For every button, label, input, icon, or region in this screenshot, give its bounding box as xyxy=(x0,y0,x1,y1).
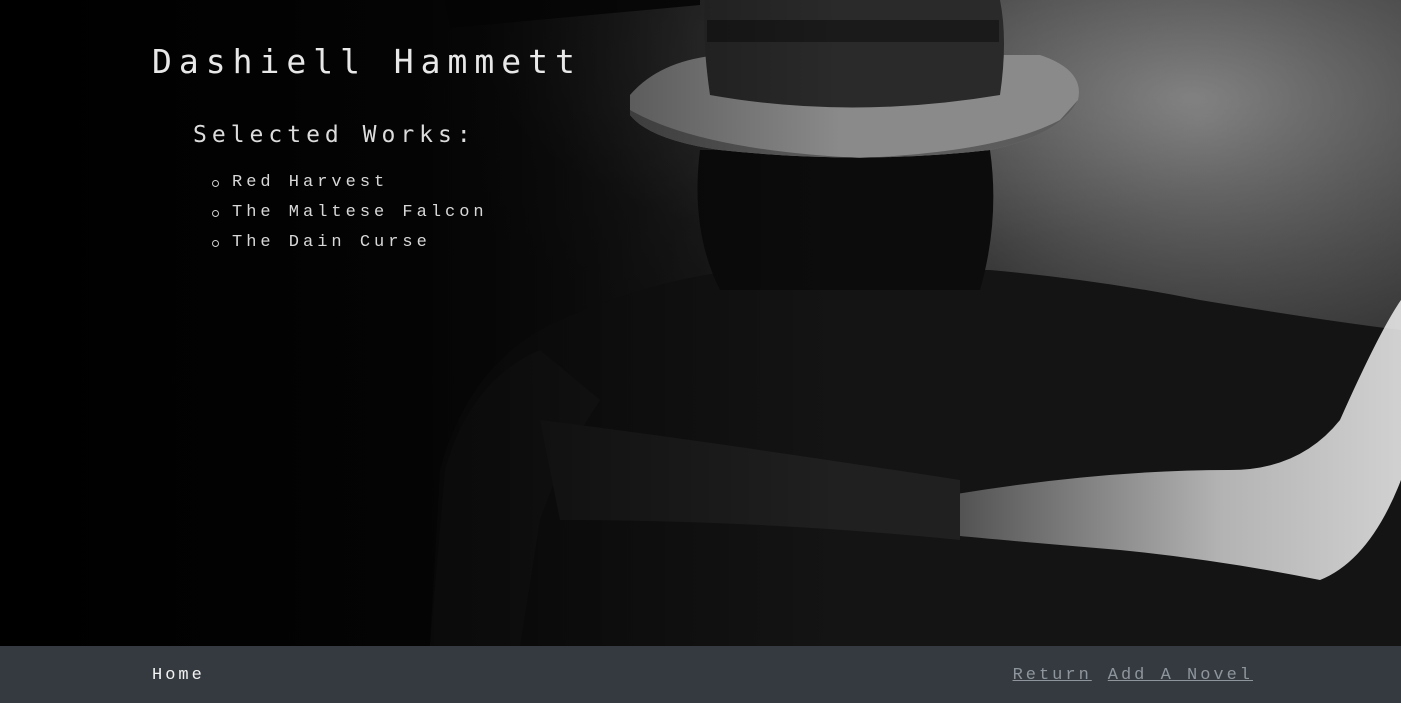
author-name: Dashiell Hammett xyxy=(152,42,582,81)
work-title: Red Harvest xyxy=(232,173,389,192)
work-title: The Maltese Falcon xyxy=(232,203,488,222)
list-item: The Dain Curse xyxy=(212,228,582,258)
circle-bullet-icon xyxy=(212,210,219,217)
circle-bullet-icon xyxy=(212,240,219,247)
works-heading: Selected Works: xyxy=(193,122,476,148)
footer-bar: Home Return Add A Novel xyxy=(0,646,1401,703)
list-item: The Maltese Falcon xyxy=(212,198,582,228)
page: Dashiell Hammett Selected Works: Red Har… xyxy=(0,0,1401,703)
works-list: Red Harvest The Maltese Falcon The Dain … xyxy=(212,168,582,258)
work-title: The Dain Curse xyxy=(232,233,431,252)
footer-links: Return Add A Novel xyxy=(1013,666,1253,685)
circle-bullet-icon xyxy=(212,180,219,187)
list-item: Red Harvest xyxy=(212,168,582,198)
home-link[interactable]: Home xyxy=(152,666,205,685)
return-link[interactable]: Return xyxy=(1013,666,1092,685)
add-novel-link[interactable]: Add A Novel xyxy=(1108,666,1253,685)
author-content: Dashiell Hammett Selected Works: Red Har… xyxy=(152,40,582,258)
